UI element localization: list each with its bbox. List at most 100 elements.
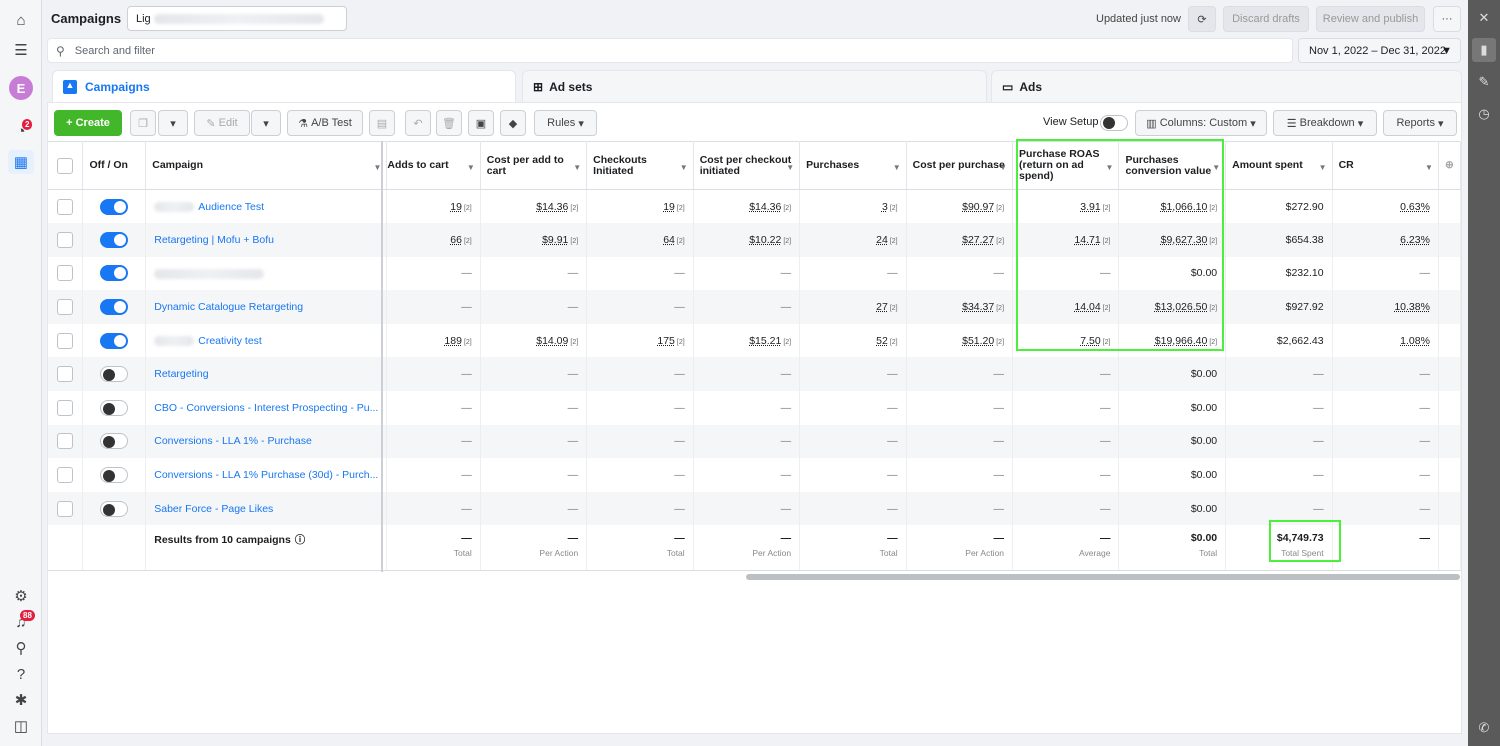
sort-caret-icon[interactable]: ▼ xyxy=(1106,162,1114,173)
column-header[interactable]: Cost per add to cart ▼ xyxy=(480,141,588,190)
table-row[interactable]: Retargeting — — — — — — — $0.00 — — xyxy=(48,357,1462,392)
menu-icon[interactable]: ☰ xyxy=(9,38,33,62)
campaign-name-link[interactable]: CBO - Conversions - Interest Prospecting… xyxy=(154,402,378,414)
column-header[interactable]: Checkouts Initiated ▼ xyxy=(586,141,694,190)
row-checkbox[interactable] xyxy=(57,265,74,282)
duplicate-dropdown[interactable]: ▾ xyxy=(158,110,188,136)
settings-icon[interactable]: ⚙ xyxy=(9,584,33,608)
account-selector[interactable]: Lig xyxy=(127,6,347,31)
column-header[interactable]: Purchases conversion value ▼ xyxy=(1118,141,1227,190)
metric-value[interactable]: 189 xyxy=(444,335,462,347)
undo-icon[interactable]: ↶ xyxy=(405,110,431,136)
campaign-name-link[interactable]: Audience Test xyxy=(198,201,264,213)
campaign-toggle[interactable] xyxy=(100,231,129,248)
row-checkbox[interactable] xyxy=(57,299,74,316)
discard-drafts-button[interactable]: Discard drafts xyxy=(1223,6,1309,32)
add-column-header[interactable]: ⊕ xyxy=(1438,141,1462,190)
column-header[interactable]: Cost per purchase ▼ xyxy=(906,141,1014,190)
metric-value[interactable]: $34.37 xyxy=(962,301,994,313)
row-checkbox[interactable] xyxy=(57,433,74,450)
campaign-toggle[interactable] xyxy=(100,366,129,383)
charts-icon[interactable]: ▮ xyxy=(1472,38,1496,62)
metric-value[interactable]: 64 xyxy=(663,234,675,246)
tab-ads[interactable]: ▭ Ads xyxy=(991,70,1462,102)
metric-value[interactable]: 175 xyxy=(657,335,675,347)
table-row[interactable]: Conversions - LLA 1% - Purchase — — — — — — — $0… xyxy=(48,424,1462,459)
sort-caret-icon[interactable]: ▼ xyxy=(999,162,1007,173)
row-checkbox[interactable] xyxy=(57,366,74,383)
edit-dropdown[interactable]: ▾ xyxy=(251,110,281,136)
metric-value[interactable]: 19 xyxy=(663,201,675,213)
table-row[interactable]: Audience Test 19 [2] $14.36 [2] 19 [2] $14.36 [2… xyxy=(48,189,1462,224)
history-icon[interactable]: ◷ xyxy=(1472,102,1496,126)
row-checkbox[interactable] xyxy=(57,399,74,416)
sort-caret-icon[interactable]: ▼ xyxy=(1212,162,1220,173)
table-row[interactable]: Dynamic Catalogue Retargeting — — — —27 [2] $3… xyxy=(48,290,1462,324)
metric-value[interactable]: $13,026.50 xyxy=(1155,301,1208,313)
reports-button[interactable]: Reports ▾ xyxy=(1383,110,1457,136)
sort-caret-icon[interactable]: ▼ xyxy=(786,162,794,173)
date-range-picker[interactable]: Nov 1, 2022 – Dec 31, 2022 ▼ xyxy=(1298,38,1461,63)
campaign-name-link[interactable]: Saber Force - Page Likes xyxy=(154,503,273,515)
column-header[interactable]: CR ▼ xyxy=(1332,141,1439,190)
campaign-toggle[interactable] xyxy=(100,332,129,349)
select-all-checkbox[interactable] xyxy=(57,157,74,174)
edit-button[interactable]: ✎ Edit xyxy=(194,110,250,136)
rules-button[interactable]: Rules ▾ xyxy=(534,110,597,136)
campaign-toggle[interactable] xyxy=(100,265,129,282)
more-button[interactable]: ··· xyxy=(1433,6,1461,32)
sort-caret-icon[interactable]: ▼ xyxy=(573,162,581,173)
side-panel-icon[interactable]: ◫ xyxy=(9,714,33,738)
tag-icon[interactable]: ◆ xyxy=(500,110,526,136)
table-row[interactable]: Conversions - LLA 1% Purchase (30d) - Pu… xyxy=(48,458,1462,492)
metric-value[interactable]: $14.09 xyxy=(536,335,568,347)
table-row[interactable]: Creativity test 189 [2] $14.09 [2] 175 [2] $15.… xyxy=(48,323,1462,358)
metric-value[interactable]: 3.91 xyxy=(1080,201,1100,213)
metric-value[interactable]: 66 xyxy=(450,234,462,246)
table-row[interactable]: Retargeting | Mofu + Bofu 66 [2] $9.91 [2] 64… xyxy=(48,223,1462,257)
campaign-name-link[interactable]: Retargeting xyxy=(154,368,208,380)
metric-value[interactable]: $14.36 xyxy=(536,201,568,213)
clipboard-icon[interactable]: ▤ xyxy=(369,110,395,136)
row-checkbox[interactable] xyxy=(57,467,74,484)
metric-value[interactable]: $51.20 xyxy=(962,335,994,347)
create-button[interactable]: + Create xyxy=(54,110,122,136)
delete-icon[interactable]: 🗑 xyxy=(436,110,462,136)
close-icon[interactable]: ✕ xyxy=(1472,6,1496,30)
sort-caret-icon[interactable]: ▼ xyxy=(893,162,901,173)
search-icon[interactable]: ⚲ xyxy=(9,636,33,660)
metric-value[interactable]: 19 xyxy=(450,201,462,213)
metric-value[interactable]: $19,966.40 xyxy=(1155,335,1208,347)
review-publish-button[interactable]: Review and publish xyxy=(1316,6,1425,32)
preview-icon[interactable]: ▣ xyxy=(468,110,494,136)
column-header[interactable]: Campaign ▼ xyxy=(145,141,388,190)
avatar[interactable]: E xyxy=(9,76,33,100)
sort-caret-icon[interactable]: ▼ xyxy=(1425,162,1433,173)
campaign-toggle[interactable] xyxy=(100,299,129,316)
search-bar[interactable]: ⚲ Search and filter xyxy=(47,38,1293,63)
metric-value[interactable]: 27 xyxy=(876,301,888,313)
column-header[interactable]: Off / On xyxy=(82,141,147,190)
metric-value[interactable]: 52 xyxy=(876,335,888,347)
metric-value[interactable]: $1,066.10 xyxy=(1161,201,1208,213)
duplicate-button[interactable]: ❐ xyxy=(130,110,156,136)
ads-manager-table-icon[interactable]: ▦ xyxy=(8,150,34,174)
row-checkbox[interactable] xyxy=(57,198,74,215)
campaign-toggle[interactable] xyxy=(100,500,129,517)
campaign-name-link[interactable]: Creativity test xyxy=(198,335,262,347)
view-setup-toggle[interactable] xyxy=(1100,115,1128,131)
metric-value[interactable]: 7.50 xyxy=(1080,335,1100,347)
info-icon[interactable]: ⓘ xyxy=(295,534,306,546)
column-header[interactable]: Purchases ▼ xyxy=(799,141,907,190)
metric-value[interactable]: 0.63% xyxy=(1400,201,1430,213)
column-header[interactable]: Amount spent ▼ xyxy=(1225,141,1333,190)
notifications-icon[interactable]: ◔ 2 xyxy=(9,119,33,143)
tab-ad-sets[interactable]: ⊞ Ad sets xyxy=(522,70,987,102)
edit-icon[interactable]: ✎ xyxy=(1472,70,1496,94)
table-row[interactable]: Saber Force - Page Likes — — — — — — — $0.00 — — xyxy=(48,491,1462,526)
sort-caret-icon[interactable]: ▼ xyxy=(1319,162,1327,173)
breakdown-button[interactable]: ☰ Breakdown ▾ xyxy=(1273,110,1377,136)
home-icon[interactable]: ⌂ xyxy=(9,8,33,32)
metric-value[interactable]: 1.08% xyxy=(1400,335,1430,347)
columns-button[interactable]: ▥ Columns: Custom ▾ xyxy=(1135,110,1267,136)
